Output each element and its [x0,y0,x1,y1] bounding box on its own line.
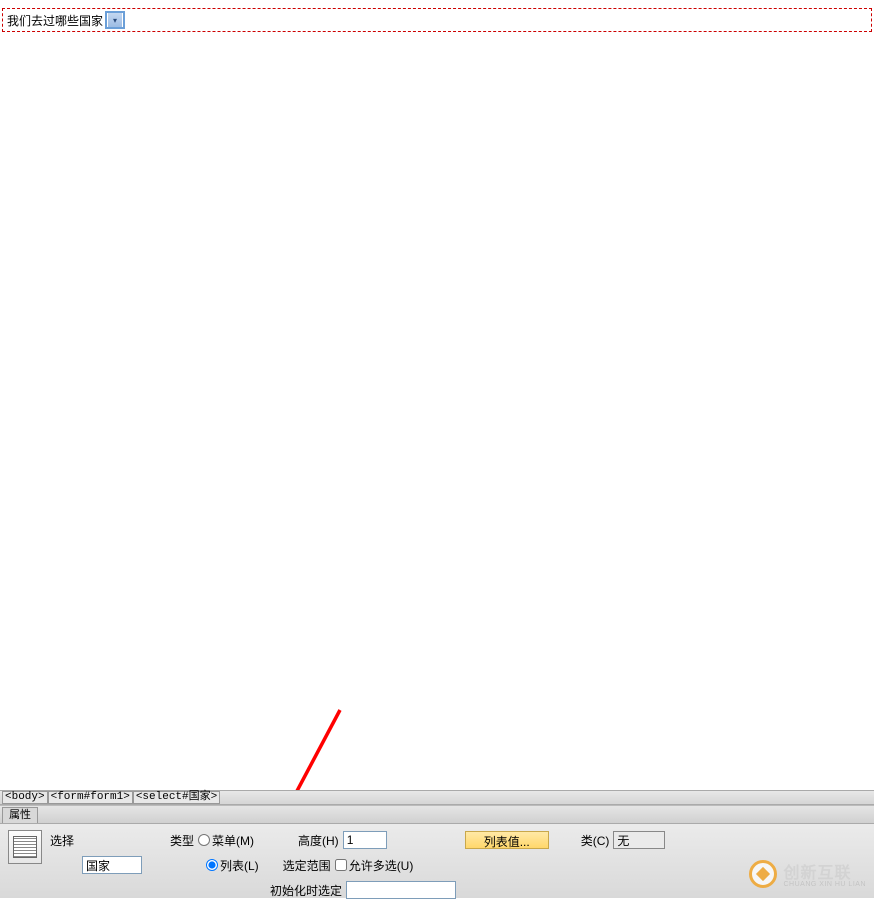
type-menu-radio[interactable]: 菜单(M) [198,832,254,849]
height-label: 高度(H) [298,832,339,849]
height-input[interactable] [343,831,387,849]
country-select-element[interactable]: ▾ [105,11,125,29]
properties-tab-bar: 属性 [0,806,874,824]
chevron-down-icon: ▾ [108,13,122,27]
list-values-button[interactable]: 列表值... [465,831,549,849]
form-outline[interactable]: 我们去过哪些国家 ▾ [2,8,872,32]
properties-body: 选择 类型 菜单(M) 高度(H) 列表值... 类(C) 无 [0,824,874,881]
tag-crumb-form[interactable]: <form#form1> [48,791,133,804]
select-label: 选择 [50,832,82,849]
watermark-text: 创新互联 CHUANG XIN HU LIAN [783,859,866,888]
init-selection-label: 初始化时选定 [270,882,342,899]
select-element-icon [8,830,42,864]
range-label: 选定范围 [283,857,331,874]
properties-tab[interactable]: 属性 [2,807,38,823]
properties-row-3: 初始化时选定 [270,881,456,899]
watermark-logo-icon [749,860,777,888]
init-selection-input[interactable] [346,881,456,899]
element-name-input[interactable] [82,856,142,874]
allow-multi-checkbox-label: 允许多选(U) [349,857,414,874]
allow-multi-checkbox[interactable]: 允许多选(U) [335,857,414,874]
tag-selector-bar: <body> <form#form1> <select#国家> [0,790,874,805]
type-list-radio-input[interactable] [206,859,218,871]
allow-multi-checkbox-input[interactable] [335,859,347,871]
properties-row-2: 列表(L) 选定范围 允许多选(U) [50,855,866,875]
properties-fields: 选择 类型 菜单(M) 高度(H) 列表值... 类(C) 无 [50,830,866,875]
type-label: 类型 [170,832,194,849]
watermark-sub: CHUANG XIN HU LIAN [783,881,866,888]
tag-crumb-body[interactable]: <body> [2,791,48,804]
type-list-radio[interactable]: 列表(L) [206,857,259,874]
form-label-text: 我们去过哪些国家 [7,12,103,29]
class-label: 类(C) [581,832,610,849]
class-select-value: 无 [617,832,629,849]
tag-crumb-select[interactable]: <select#国家> [133,791,220,804]
type-list-radio-label: 列表(L) [220,857,259,874]
list-icon [13,836,37,858]
type-menu-radio-label: 菜单(M) [212,832,254,849]
properties-panel: 属性 选择 类型 菜单(M) 高度(H) 列表值... [0,805,874,898]
class-select[interactable]: 无 [613,831,665,849]
type-menu-radio-input[interactable] [198,834,210,846]
design-canvas: 我们去过哪些国家 ▾ [0,0,874,790]
watermark: 创新互联 CHUANG XIN HU LIAN [749,859,866,888]
watermark-main: 创新互联 [783,859,866,883]
properties-row-1: 选择 类型 菜单(M) 高度(H) 列表值... 类(C) 无 [50,830,866,850]
